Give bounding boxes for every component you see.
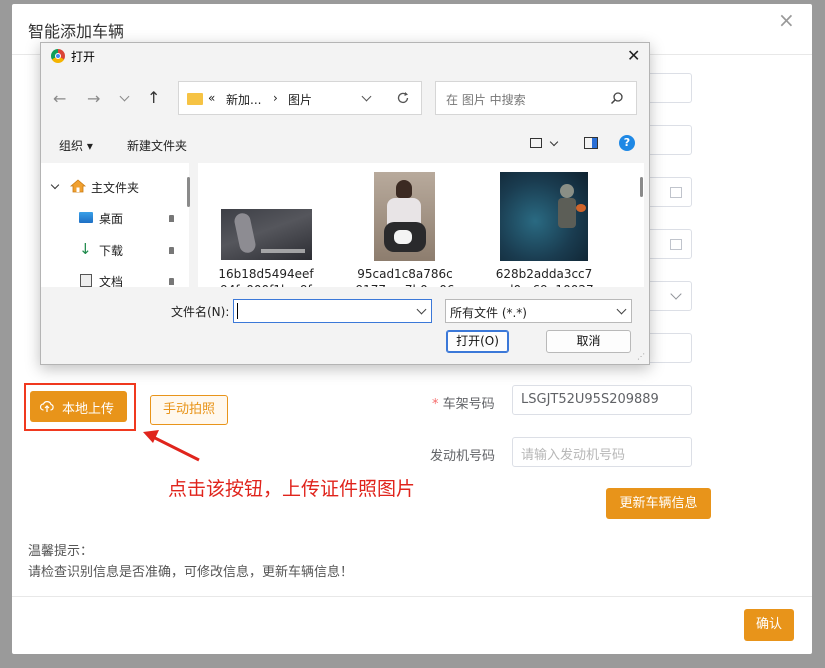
file-thumbnail-1[interactable] xyxy=(221,209,312,260)
filename-dropdown-icon[interactable] xyxy=(416,304,427,315)
folder-icon xyxy=(187,93,203,105)
back-icon[interactable]: ← xyxy=(53,89,66,108)
address-dropdown-icon[interactable] xyxy=(361,91,372,102)
dialog-open-button[interactable]: 打开(O) xyxy=(446,330,509,353)
file-list: 16b18d5494eef 94fc000f1b...9f 95cad1c8a7… xyxy=(198,163,644,287)
expand-chevron-icon[interactable] xyxy=(50,180,60,190)
search-placeholder: 在 图片 中搜索 xyxy=(446,93,526,107)
file-open-dialog: 打开 ✕ ← → ↑ « 新加... › 图片 在 图片 中搜索 组织 ▾ 新建… xyxy=(40,42,650,365)
file-list-scrollbar[interactable] xyxy=(640,177,643,197)
recent-locations-icon[interactable] xyxy=(119,91,130,102)
vin-label-text: 车架号码 xyxy=(442,397,495,412)
modal-close-icon[interactable]: × xyxy=(778,10,795,30)
tips-title: 温馨提示： xyxy=(28,544,94,559)
address-bar[interactable]: « 新加... › 图片 xyxy=(178,81,422,115)
address-segment-2[interactable]: 图片 xyxy=(288,91,312,108)
new-folder-button[interactable]: 新建文件夹 xyxy=(127,137,187,154)
file-thumbnail-2[interactable] xyxy=(374,172,435,261)
annotation-arrow-icon xyxy=(143,430,200,462)
download-icon: ↓ xyxy=(79,240,92,258)
chrome-icon xyxy=(51,49,65,63)
view-dropdown-icon[interactable] xyxy=(549,137,559,147)
up-folder-icon[interactable]: ↑ xyxy=(147,88,160,107)
local-upload-label: 本地上传 xyxy=(62,402,115,417)
pin-icon xyxy=(169,278,174,285)
help-icon[interactable]: ? xyxy=(619,135,635,151)
pin-icon xyxy=(169,247,174,254)
tree-item-documents[interactable]: 文档 xyxy=(99,273,123,287)
required-mark: * xyxy=(432,397,443,412)
update-vehicle-button[interactable]: 更新车辆信息 xyxy=(606,488,711,519)
tree-item-desktop[interactable]: 桌面 xyxy=(99,210,123,227)
calendar-icon xyxy=(670,239,682,250)
organize-menu[interactable]: 组织 ▾ xyxy=(59,137,93,154)
home-icon xyxy=(70,179,86,193)
dialog-title: 打开 xyxy=(71,50,96,64)
desktop-icon xyxy=(79,212,93,223)
filename-input[interactable] xyxy=(233,299,432,323)
file-thumbnail-3[interactable] xyxy=(500,172,588,261)
engine-field[interactable]: 请输入发动机号码 xyxy=(512,437,692,467)
engine-placeholder: 请输入发动机号码 xyxy=(521,448,626,463)
chevron-down-icon xyxy=(670,288,682,300)
refresh-icon[interactable] xyxy=(396,91,410,105)
file-type-value: 所有文件 (*.*) xyxy=(450,306,527,320)
preview-pane-icon[interactable] xyxy=(584,137,598,149)
annotation-text: 点击该按钮，上传证件照图片 xyxy=(168,478,416,500)
vin-field[interactable]: LSGJT52U95S209889 xyxy=(512,385,692,415)
vin-value: LSGJT52U95S209889 xyxy=(521,392,659,407)
file-name-1[interactable]: 16b18d5494eef xyxy=(218,267,314,281)
pin-icon xyxy=(169,215,174,222)
file-type-select[interactable]: 所有文件 (*.*) xyxy=(445,299,632,323)
engine-label: 发动机号码 xyxy=(430,449,496,464)
search-box[interactable]: 在 图片 中搜索 xyxy=(435,81,637,115)
address-separator: › xyxy=(273,91,278,105)
navigation-tree: 主文件夹 桌面 ↓ 下载 文档 xyxy=(41,163,190,287)
vin-label: * 车架号码 xyxy=(432,393,495,412)
dialog-cancel-button[interactable]: 取消 xyxy=(546,330,631,353)
tree-scrollbar[interactable] xyxy=(187,177,190,207)
address-prefix: « xyxy=(208,91,216,105)
file-name-2[interactable]: 95cad1c8a786c xyxy=(355,267,455,281)
resize-grip-icon[interactable]: ⋰ xyxy=(637,353,645,361)
forward-icon[interactable]: → xyxy=(87,89,100,108)
cloud-upload-icon xyxy=(40,401,54,412)
view-mode-icon[interactable] xyxy=(530,138,542,148)
filename-label: 文件名(N): xyxy=(171,305,230,319)
tree-item-downloads[interactable]: 下载 xyxy=(99,242,123,259)
modal-footer-divider xyxy=(12,596,812,597)
modal-title: 智能添加车辆 xyxy=(28,22,125,41)
confirm-button[interactable]: 确认 xyxy=(744,609,794,641)
dialog-close-icon[interactable]: ✕ xyxy=(627,46,640,65)
tips-text: 请检查识别信息是否准确，可修改信息，更新车辆信息！ xyxy=(28,565,354,580)
tree-item-home[interactable]: 主文件夹 xyxy=(91,179,139,196)
text-cursor xyxy=(237,303,238,319)
file-type-dropdown-icon[interactable] xyxy=(616,304,627,315)
document-icon xyxy=(80,274,92,287)
address-segment-1[interactable]: 新加... xyxy=(226,91,261,108)
file-name-3[interactable]: 628b2adda3cc7 xyxy=(494,267,594,281)
search-icon xyxy=(610,92,623,105)
local-upload-button[interactable]: 本地上传 xyxy=(30,391,127,422)
calendar-icon xyxy=(670,187,682,198)
